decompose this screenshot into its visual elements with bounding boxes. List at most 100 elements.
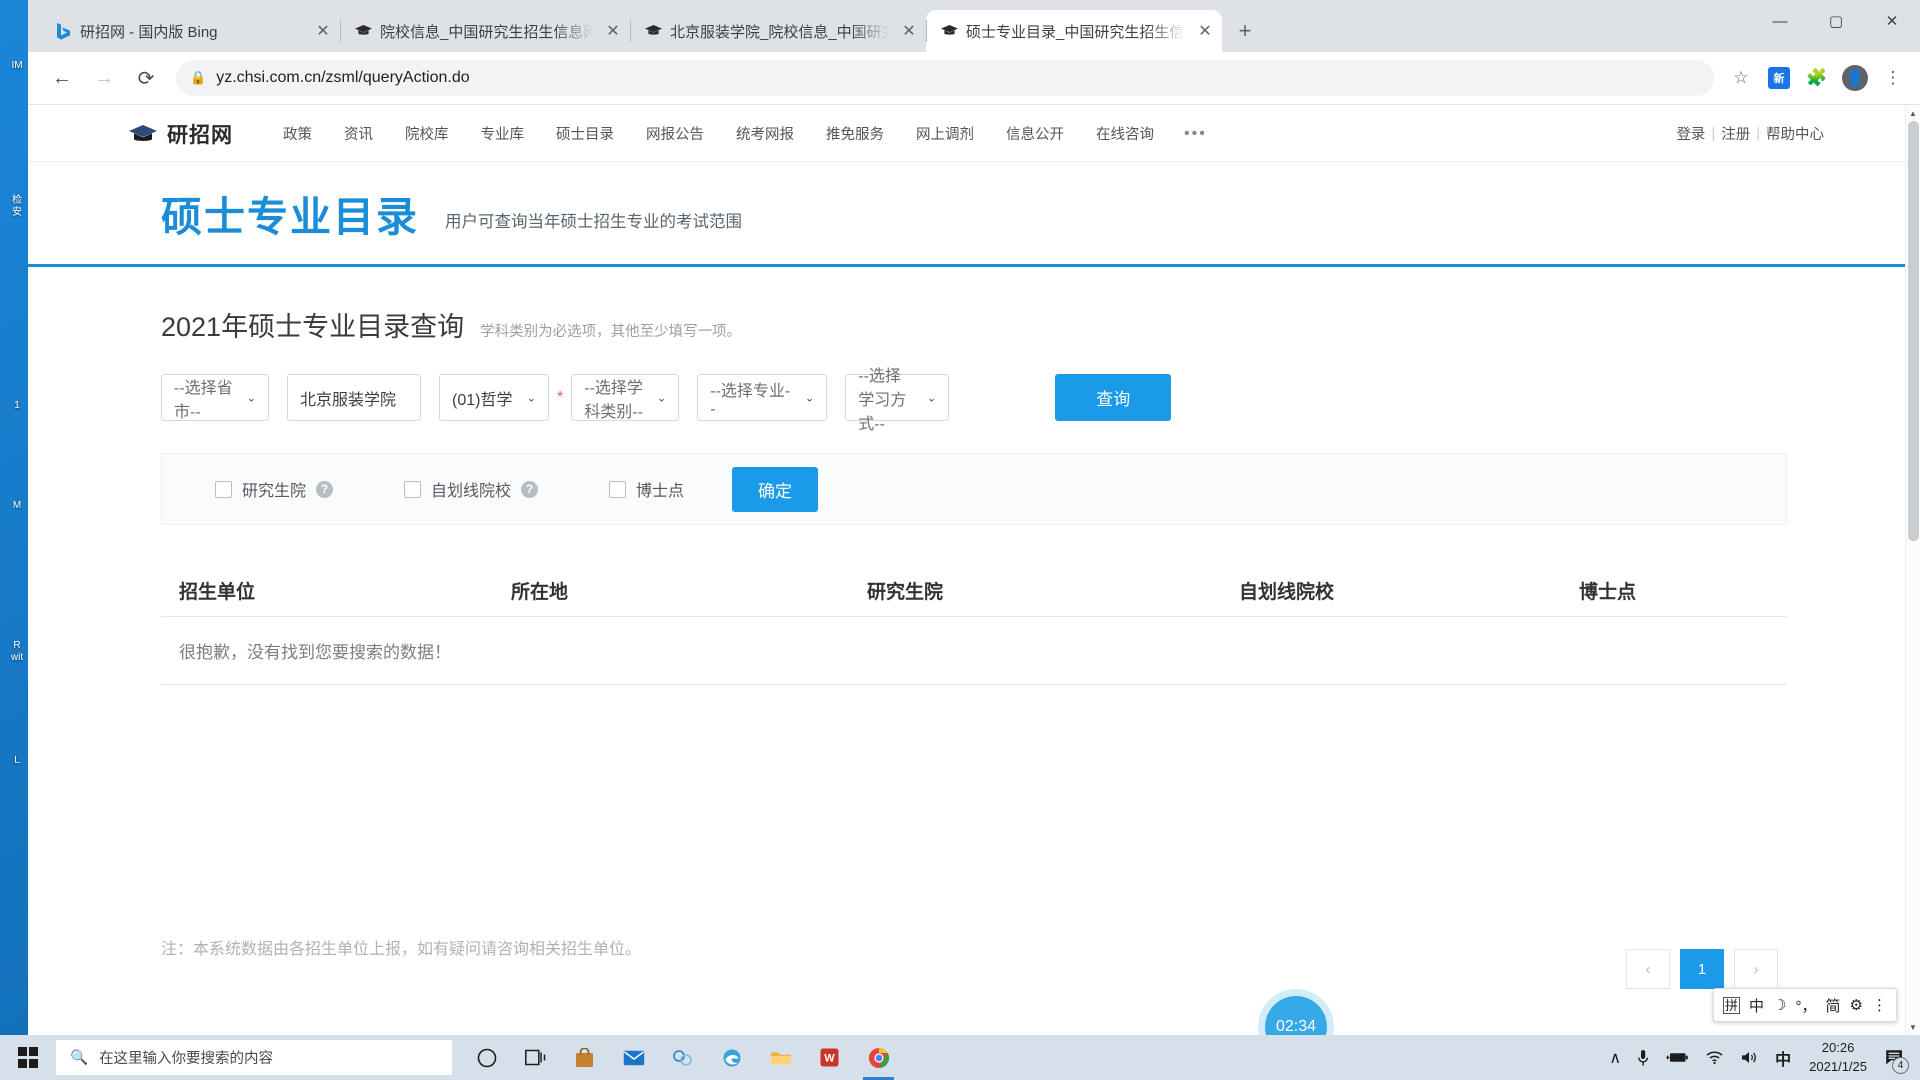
more-icon[interactable]: ⋮ — [1872, 996, 1887, 1014]
nav-item-announcements[interactable]: 网报公告 — [630, 123, 720, 144]
profile-avatar-icon[interactable]: 👤 — [1838, 61, 1872, 95]
chevron-down-icon: ⌄ — [246, 392, 256, 404]
store-icon[interactable] — [560, 1035, 609, 1080]
back-arrow-icon[interactable]: ← — [42, 58, 82, 98]
checkbox-self-scoreline[interactable]: 自划线院校 ? — [404, 477, 539, 501]
site-logo[interactable]: 研招网 — [128, 119, 233, 149]
subject-category-select[interactable]: --选择学科类别-- ⌄ — [571, 374, 680, 421]
graduation-cap-icon — [354, 22, 372, 40]
microphone-icon[interactable] — [1629, 1035, 1657, 1080]
close-icon[interactable]: ✕ — [898, 20, 920, 42]
start-button[interactable] — [0, 1035, 56, 1080]
ime-punctuation-toggle[interactable]: °， — [1795, 995, 1816, 1016]
toolbar-actions: ☆ 新 🧩 👤 ⋮ — [1724, 61, 1910, 95]
nav-more-icon[interactable]: ••• — [1170, 125, 1221, 143]
empty-state-message: 很抱歉，没有找到您要搜索的数据！ — [161, 617, 1787, 685]
volume-icon[interactable] — [1732, 1035, 1767, 1080]
checkbox-box[interactable] — [609, 480, 627, 498]
help-center-link[interactable]: 帮助中心 — [1760, 123, 1830, 144]
help-icon[interactable]: ? — [316, 480, 334, 498]
taskbar-search-box[interactable]: 🔍 在这里输入你要搜索的内容 — [56, 1040, 452, 1075]
register-link[interactable]: 注册 — [1715, 123, 1756, 144]
ime-toolbar[interactable]: 拼 中 ☽ °， 简 ⚙ ⋮ — [1713, 988, 1897, 1022]
close-window-button[interactable]: ✕ — [1864, 0, 1920, 42]
page-scrollbar[interactable]: ▲ ▼ — [1905, 106, 1920, 1035]
minimize-button[interactable]: — — [1752, 0, 1808, 42]
cortana-icon[interactable] — [462, 1035, 511, 1080]
nav-item-adjustment[interactable]: 网上调剂 — [900, 123, 990, 144]
chrome-icon[interactable] — [854, 1035, 903, 1080]
ime-moon-icon[interactable]: ☽ — [1773, 996, 1786, 1014]
login-link[interactable]: 登录 — [1670, 123, 1711, 144]
query-form: --选择省市-- ⌄ 北京服装学院 (01)哲学 ⌄ * --选择学科类别-- … — [161, 368, 1787, 433]
pagination-prev[interactable]: ‹ — [1626, 949, 1670, 989]
browser-tab[interactable]: 研招网 - 国内版 Bing ✕ — [40, 10, 340, 52]
province-select-value: --选择省市-- — [174, 379, 233, 421]
maximize-button[interactable]: ▢ — [1808, 0, 1864, 42]
app-icon[interactable] — [658, 1035, 707, 1080]
edge-icon[interactable] — [707, 1035, 756, 1080]
system-tray: ∧ 中 20:26 2021/1/25 4 — [1601, 1035, 1920, 1080]
file-explorer-icon[interactable] — [756, 1035, 805, 1080]
major-select[interactable]: --选择专业-- ⌄ — [697, 374, 828, 421]
pagination-page-1[interactable]: 1 — [1680, 949, 1724, 989]
address-bar[interactable]: 🔒 yz.chsi.com.cn/zsml/queryAction.do — [176, 60, 1714, 96]
checkbox-box[interactable] — [404, 480, 422, 498]
close-icon[interactable]: ✕ — [602, 20, 624, 42]
column-header-self-scoreline: 自划线院校 — [1239, 582, 1335, 603]
nav-item-exam-registration[interactable]: 统考网报 — [720, 123, 810, 144]
search-button[interactable]: 查询 — [1055, 374, 1172, 421]
nav-item-master-catalog[interactable]: 硕士目录 — [540, 123, 630, 144]
nav-item-disclosure[interactable]: 信息公开 — [990, 123, 1080, 144]
extensions-icon[interactable]: 🧩 — [1800, 61, 1834, 95]
ime-language-toggle[interactable]: 中 — [1749, 995, 1764, 1016]
checkbox-doctoral-program[interactable]: 博士点 — [609, 477, 684, 501]
scroll-up-icon[interactable]: ▲ — [1906, 106, 1920, 121]
checkbox-box[interactable] — [215, 480, 232, 498]
browser-tab[interactable]: 院校信息_中国研究生招生信息网 ✕ — [340, 10, 630, 52]
wps-icon[interactable]: W — [805, 1035, 854, 1080]
checkbox-graduate-school[interactable]: 研究生院 ? — [215, 477, 334, 501]
notification-icon[interactable]: 4 — [1877, 1035, 1914, 1080]
close-icon[interactable]: ✕ — [312, 20, 334, 42]
help-icon[interactable]: ? — [521, 480, 539, 498]
tray-ime-indicator[interactable]: 中 — [1767, 1035, 1799, 1080]
forward-arrow-icon[interactable]: → — [84, 58, 124, 98]
school-input-value: 北京服装学院 — [300, 391, 397, 409]
mail-icon[interactable] — [609, 1035, 658, 1080]
tray-expand-icon[interactable]: ∧ — [1601, 1035, 1629, 1080]
taskbar-clock[interactable]: 20:26 2021/1/25 — [1799, 1035, 1877, 1080]
wifi-icon[interactable] — [1697, 1035, 1732, 1080]
nav-item-policy[interactable]: 政策 — [267, 123, 328, 144]
new-tab-button[interactable]: + — [1228, 14, 1262, 48]
floating-timer-widget[interactable]: 02:34 — [1265, 996, 1327, 1035]
browser-window: 研招网 - 国内版 Bing ✕ 院校信息_中国研究生招生信息网 ✕ 北京服装学… — [28, 0, 1920, 1035]
ime-mode-pinyin[interactable]: 拼 — [1723, 996, 1741, 1014]
taskbar-search-placeholder: 在这里输入你要搜索的内容 — [99, 1051, 274, 1067]
reload-icon[interactable]: ⟳ — [126, 58, 166, 98]
school-input[interactable]: 北京服装学院 — [287, 374, 421, 421]
province-select[interactable]: --选择省市-- ⌄ — [161, 374, 269, 421]
confirm-button[interactable]: 确定 — [732, 466, 819, 512]
browser-tab[interactable]: 北京服装学院_院校信息_中国研究 ✕ — [630, 10, 926, 52]
column-header-doctoral: 博士点 — [1579, 582, 1637, 603]
browser-tab-active[interactable]: 硕士专业目录_中国研究生招生信 ✕ — [926, 10, 1222, 52]
discipline-select[interactable]: (01)哲学 ⌄ — [439, 374, 549, 421]
battery-icon[interactable] — [1657, 1035, 1697, 1080]
nav-item-recommendation[interactable]: 推免服务 — [810, 123, 900, 144]
scrollbar-thumb[interactable] — [1908, 121, 1919, 541]
nav-item-majors[interactable]: 专业库 — [465, 123, 541, 144]
ime-simplified-toggle[interactable]: 简 — [1825, 995, 1840, 1016]
nav-item-news[interactable]: 资讯 — [328, 123, 389, 144]
gear-icon[interactable]: ⚙ — [1850, 996, 1863, 1014]
close-icon[interactable]: ✕ — [1194, 20, 1216, 42]
task-view-icon[interactable] — [511, 1035, 560, 1080]
pagination-next[interactable]: › — [1734, 949, 1778, 989]
extension-badge-icon[interactable]: 新 — [1762, 61, 1796, 95]
nav-item-consult[interactable]: 在线咨询 — [1080, 123, 1170, 144]
star-icon[interactable]: ☆ — [1724, 61, 1758, 95]
three-dot-menu-icon[interactable]: ⋮ — [1876, 61, 1910, 95]
nav-item-schools[interactable]: 院校库 — [389, 123, 465, 144]
study-mode-select[interactable]: --选择学习方式-- ⌄ — [845, 368, 950, 433]
scroll-down-icon[interactable]: ▼ — [1906, 1020, 1920, 1035]
